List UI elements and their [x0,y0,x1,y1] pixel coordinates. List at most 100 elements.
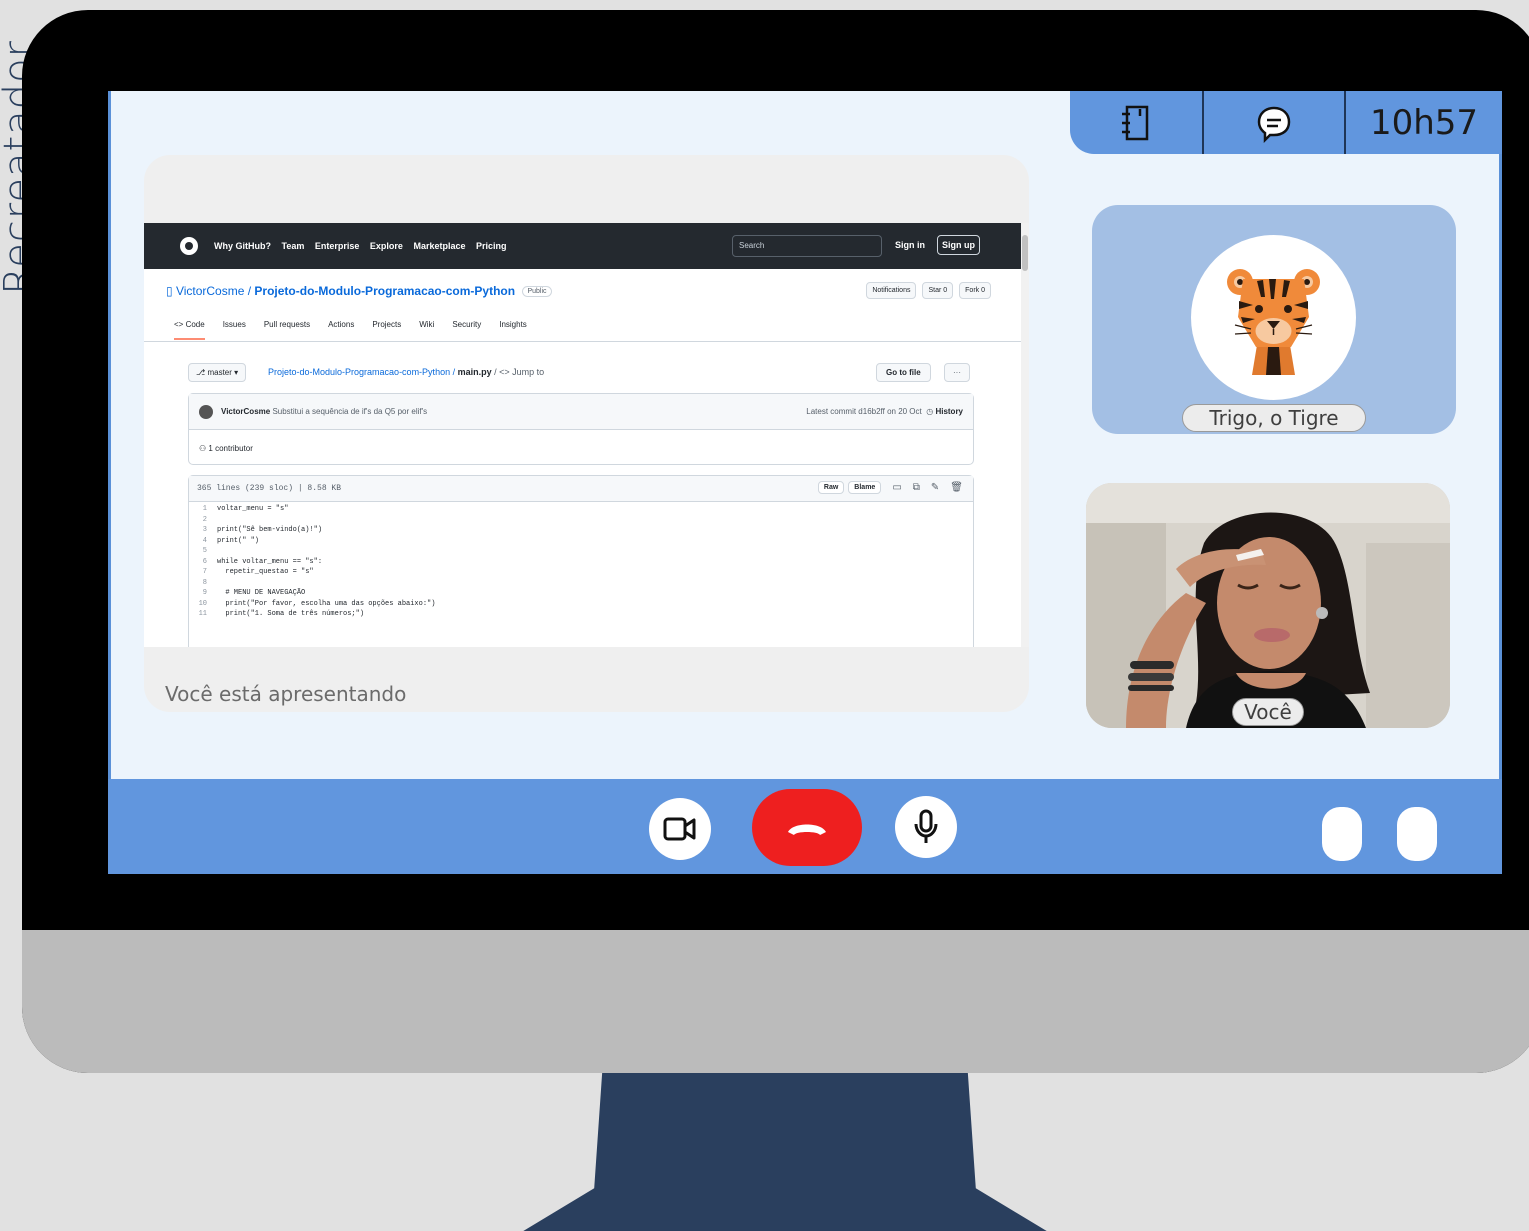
star-button[interactable]: Star 0 [922,282,954,299]
sign-up-button[interactable]: Sign up [937,235,980,255]
line-number[interactable]: 10 [189,599,217,610]
commit-header: VictorCosme Substitui a sequência de if'… [189,394,973,430]
tab-issues[interactable]: Issues [223,320,246,340]
commit-latest: Latest commit d16b2ff on 20 Oct ◷ Histor… [806,407,963,416]
line-text: voltar_menu = "s" [217,505,289,513]
nav-team[interactable]: Team [282,241,305,251]
github-nav: Why GitHub? Team Enterprise Explore Mark… [214,241,515,251]
microphone-button[interactable] [895,796,957,858]
line-number[interactable]: 1 [189,504,217,515]
repo-icon: ▯ [166,284,176,298]
fork-button[interactable]: Fork 0 [959,282,991,299]
line-number[interactable]: 2 [189,515,217,526]
option-button-2[interactable] [1397,807,1437,861]
jump-to[interactable]: / <> Jump to [494,367,544,377]
screen-edge-left [108,91,111,874]
participant-tile-tiger[interactable]: Trigo, o Tigre [1092,205,1456,434]
tab-security[interactable]: Security [452,320,481,340]
nav-enterprise[interactable]: Enterprise [315,241,360,251]
desktop-icon[interactable]: ▭ [892,482,901,493]
tab-wiki[interactable]: Wiki [419,320,434,340]
scrollbar-thumb[interactable] [1022,235,1028,271]
participant-tile-self[interactable]: Você [1086,483,1450,728]
line-number[interactable]: 9 [189,588,217,599]
file-buttons: Raw Blame ▭ ⧉ ✎ 🗑︎ [817,481,963,494]
line-number[interactable]: 11 [189,609,217,620]
code-block: 1 voltar_menu = "s" 2 3 print("Sê bem-vindo(… [189,502,973,620]
line-number[interactable]: 6 [189,557,217,568]
nav-pricing[interactable]: Pricing [476,241,507,251]
monitor-chin [22,930,1529,1073]
blame-button[interactable]: Blame [848,481,882,494]
file-breadcrumb: Projeto-do-Modulo-Programacao-com-Python… [268,367,545,377]
nav-explore[interactable]: Explore [370,241,403,251]
code-line: 1 voltar_menu = "s" [189,504,973,515]
visibility-badge: Public [522,286,552,298]
notifications-button[interactable]: Notifications [866,282,917,299]
github-logo-icon[interactable] [180,237,198,255]
call-controls-bar [108,779,1502,874]
tab-actions[interactable]: Actions [328,320,354,340]
avatar[interactable] [199,405,213,419]
line-text: while voltar_menu == "s": [217,557,323,566]
github-header: Why GitHub? Team Enterprise Explore Mark… [144,223,1029,269]
commit-author[interactable]: VictorCosme [221,407,270,416]
branch-select[interactable]: ⎇ master ▾ [188,363,247,382]
commit-box: VictorCosme Substitui a sequência de if'… [188,393,974,465]
branch-name: master [207,368,232,377]
tabs-divider [144,341,1021,342]
option-button-1[interactable] [1322,807,1362,861]
repo-tabs: <> Code Issues Pull requests Actions Pro… [174,320,527,340]
trash-icon[interactable]: 🗑︎ [950,482,963,493]
tab-projects[interactable]: Projects [372,320,401,340]
nav-why-github[interactable]: Why GitHub? [214,241,271,251]
notebook-icon [1122,105,1149,140]
line-number[interactable]: 3 [189,525,217,536]
line-number[interactable]: 7 [189,567,217,578]
go-to-file-button[interactable]: Go to file [876,363,931,382]
video-call-screen: 10h57 Why GitHub? Team Enterprise Explor… [108,91,1502,874]
code-line: 5 [189,546,973,557]
repo-actions: Notifications Star 0 Fork 0 [866,282,991,299]
repo-owner[interactable]: VictorCosme [176,284,244,298]
nav-marketplace[interactable]: Marketplace [413,241,465,251]
tab-insights[interactable]: Insights [499,320,527,340]
code-line: 2 [189,515,973,526]
line-text: # MENU DE NAVEGAÇÃO [217,589,306,597]
camera-button[interactable] [649,798,711,860]
repo-name[interactable]: Projeto-do-Modulo-Programacao-com-Python [254,284,515,298]
top-bar: 10h57 [1070,91,1502,154]
tab-pull-requests[interactable]: Pull requests [264,320,310,340]
scrollbar[interactable] [1021,223,1029,647]
sign-in-link[interactable]: Sign in [895,240,925,250]
line-text: print("Por favor, escolha uma das opções… [217,599,436,608]
breadcrumb-repo[interactable]: Projeto-do-Modulo-Programacao-com-Python [268,367,450,377]
line-number[interactable]: 5 [189,546,217,557]
code-line: 3 print("Sê bem-vindo(a)!") [189,525,973,536]
code-line: 11 print("1. Soma de três números;") [189,609,973,620]
contributors-label: 1 contributor [208,444,253,453]
tiger-icon [1227,269,1320,375]
more-button[interactable]: ··· [944,363,970,382]
people-icon: ⚇ [199,444,209,453]
tab-code[interactable]: <> Code [174,320,205,340]
github-search-input[interactable]: Search [732,235,882,257]
history-icon: ◷ [926,407,934,416]
raw-button[interactable]: Raw [817,481,845,494]
line-number[interactable]: 8 [189,578,217,589]
camera-icon [663,817,696,841]
edit-icon[interactable]: ✎ [931,482,939,493]
chat-button[interactable] [1204,91,1346,154]
line-number[interactable]: 4 [189,536,217,547]
contributors[interactable]: ⚇ 1 contributor [199,444,253,453]
latest-commit[interactable]: Latest commit d16b2ff on 20 Oct [806,407,921,416]
shared-screen-panel: Why GitHub? Team Enterprise Explore Mark… [144,155,1029,712]
commit-message: VictorCosme Substitui a sequência de if'… [221,407,427,416]
notebook-button[interactable] [1070,91,1204,154]
history-link[interactable]: History [935,407,963,416]
end-call-button[interactable] [752,789,862,866]
file-viewer: 365 lines (239 sloc) | 8.58 KB Raw Blame… [188,475,974,647]
line-text: print(" ") [217,536,260,545]
commit-message-text[interactable]: Substitui a sequência de if's da Q5 por … [272,407,427,416]
copy-icon[interactable]: ⧉ [913,482,920,493]
